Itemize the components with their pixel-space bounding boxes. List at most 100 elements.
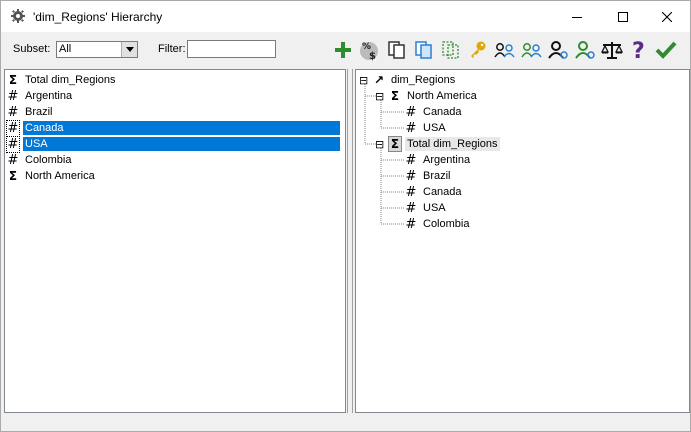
- window-title: 'dim_Regions' Hierarchy: [33, 10, 163, 24]
- consolidated-element-icon: Σ: [388, 136, 402, 152]
- minimize-icon: [572, 16, 582, 18]
- leaf-element-icon: #: [405, 104, 417, 120]
- consolidated-element-icon: Σ: [390, 89, 400, 103]
- help-question-icon: ?: [632, 39, 645, 61]
- copy-blue-button[interactable]: [412, 38, 436, 62]
- tree-leaf-node[interactable]: # Canada: [391, 184, 464, 200]
- maximize-icon: [618, 11, 628, 22]
- list-item[interactable]: # USA: [6, 135, 340, 153]
- splitter-edge: [352, 69, 353, 413]
- dimension-icon: ↗: [373, 73, 385, 87]
- copy-documents-icon: [388, 41, 405, 59]
- tree-node-label: Total dim_Regions: [405, 137, 500, 151]
- tree-leaf-node[interactable]: # Brazil: [391, 168, 453, 184]
- status-bar: [1, 415, 690, 431]
- collapse-toggle-icon[interactable]: ⊟: [359, 74, 371, 87]
- tree-leaf-node[interactable]: # Canada: [391, 104, 464, 120]
- user-black-button[interactable]: [546, 38, 570, 62]
- consolidated-element-icon: Σ: [8, 73, 18, 87]
- ok-button[interactable]: [654, 38, 678, 62]
- leaf-element-icon: #: [7, 104, 19, 120]
- leaf-element-icon: #: [7, 88, 19, 104]
- scales-icon: [601, 42, 623, 59]
- help-button[interactable]: ?: [627, 38, 651, 62]
- tree-leaf-node[interactable]: # USA: [391, 200, 448, 216]
- users-green-button[interactable]: [520, 38, 544, 62]
- tree-leaf-node[interactable]: # Colombia: [391, 216, 471, 232]
- users-green-icon: [521, 43, 542, 58]
- user-green-icon: [575, 41, 595, 59]
- list-item-label: Canada: [23, 121, 340, 135]
- copy-blue-icon: [415, 41, 432, 59]
- list-item-label: Colombia: [25, 154, 72, 166]
- tree-group-node[interactable]: ⊟ Σ Total dim_Regions: [375, 136, 500, 152]
- add-plus-icon: [335, 42, 351, 58]
- list-item[interactable]: # Canada: [6, 119, 340, 137]
- list-item-label: North America: [25, 170, 95, 182]
- tree-node-label: USA: [423, 122, 446, 134]
- close-icon: [662, 11, 672, 22]
- collapse-toggle-icon[interactable]: ⊟: [375, 138, 387, 151]
- filter-input[interactable]: [187, 40, 276, 58]
- users-blue-icon: [494, 43, 515, 58]
- leaf-element-icon: #: [405, 184, 417, 200]
- leaf-element-icon: #: [405, 152, 417, 168]
- leaf-element-icon: #: [6, 119, 20, 137]
- percent-button[interactable]: % $: [357, 38, 381, 62]
- hierarchy-tree[interactable]: ⊟ ↗ dim_Regions ⊟ Σ North America # Canada # USA ⊟…: [355, 69, 690, 413]
- gear-icon: [11, 9, 25, 23]
- scales-button[interactable]: [600, 38, 624, 62]
- consolidated-element-icon: Σ: [8, 169, 18, 183]
- svg-text:?: ?: [632, 39, 645, 61]
- splitter-edge: [347, 69, 348, 413]
- svg-text:$: $: [369, 51, 376, 61]
- list-item[interactable]: # Brazil: [7, 104, 55, 120]
- list-item-label: Brazil: [25, 106, 53, 118]
- minimize-button[interactable]: [554, 1, 600, 32]
- collapse-toggle-icon[interactable]: ⊟: [375, 90, 387, 103]
- tree-node-label: Brazil: [423, 170, 451, 182]
- subset-select[interactable]: All: [56, 41, 138, 58]
- close-button[interactable]: [644, 1, 690, 32]
- add-button[interactable]: [331, 38, 355, 62]
- list-item[interactable]: Σ North America: [7, 168, 97, 184]
- tree-leaf-node[interactable]: # USA: [391, 120, 448, 136]
- tree-node-label: Argentina: [423, 154, 471, 166]
- chevron-down-icon[interactable]: [121, 42, 137, 57]
- user-green-button[interactable]: [573, 38, 597, 62]
- tree-node-label: USA: [423, 202, 446, 214]
- list-item-label: USA: [23, 137, 340, 151]
- tree-leaf-node[interactable]: # Argentina: [391, 152, 472, 168]
- tree-node-label: Canada: [423, 106, 462, 118]
- list-item-label: Total dim_Regions: [25, 74, 116, 86]
- leaf-element-icon: #: [405, 120, 417, 136]
- percent-money-icon: % $: [360, 42, 378, 61]
- tree-node-label: North America: [407, 90, 477, 102]
- leaf-element-icon: #: [7, 152, 19, 168]
- leaf-element-icon: #: [405, 168, 417, 184]
- subset-element-list[interactable]: Σ Total dim_Regions # Argentina # Brazil # Cana…: [4, 69, 346, 413]
- pane-splitter[interactable]: [347, 69, 354, 413]
- tree-node-label: Colombia: [423, 218, 470, 230]
- maximize-button[interactable]: [600, 1, 646, 32]
- list-item[interactable]: # Argentina: [7, 88, 74, 104]
- copy-dashed-button[interactable]: [439, 38, 463, 62]
- list-item[interactable]: Σ Total dim_Regions: [7, 72, 118, 88]
- subset-value: All: [59, 43, 72, 55]
- copy-dashed-icon: [442, 41, 459, 59]
- hierarchy-window: 'dim_Regions' Hierarchy Subset: All Filt…: [0, 0, 691, 432]
- list-item-label: Argentina: [25, 90, 73, 102]
- tree-node-label: dim_Regions: [391, 74, 456, 86]
- tree-group-node[interactable]: ⊟ Σ North America: [375, 88, 479, 104]
- title-bar: 'dim_Regions' Hierarchy: [1, 1, 690, 32]
- list-item[interactable]: # Colombia: [7, 152, 73, 168]
- key-button[interactable]: [466, 38, 490, 62]
- user-black-icon: [548, 41, 568, 59]
- leaf-element-icon: #: [6, 135, 20, 153]
- copy-button[interactable]: [385, 38, 409, 62]
- leaf-element-icon: #: [405, 216, 417, 232]
- key-icon: [471, 41, 486, 58]
- tree-root[interactable]: ⊟ ↗ dim_Regions: [359, 72, 457, 88]
- check-ok-icon: [655, 41, 677, 59]
- users-blue-button[interactable]: [493, 38, 517, 62]
